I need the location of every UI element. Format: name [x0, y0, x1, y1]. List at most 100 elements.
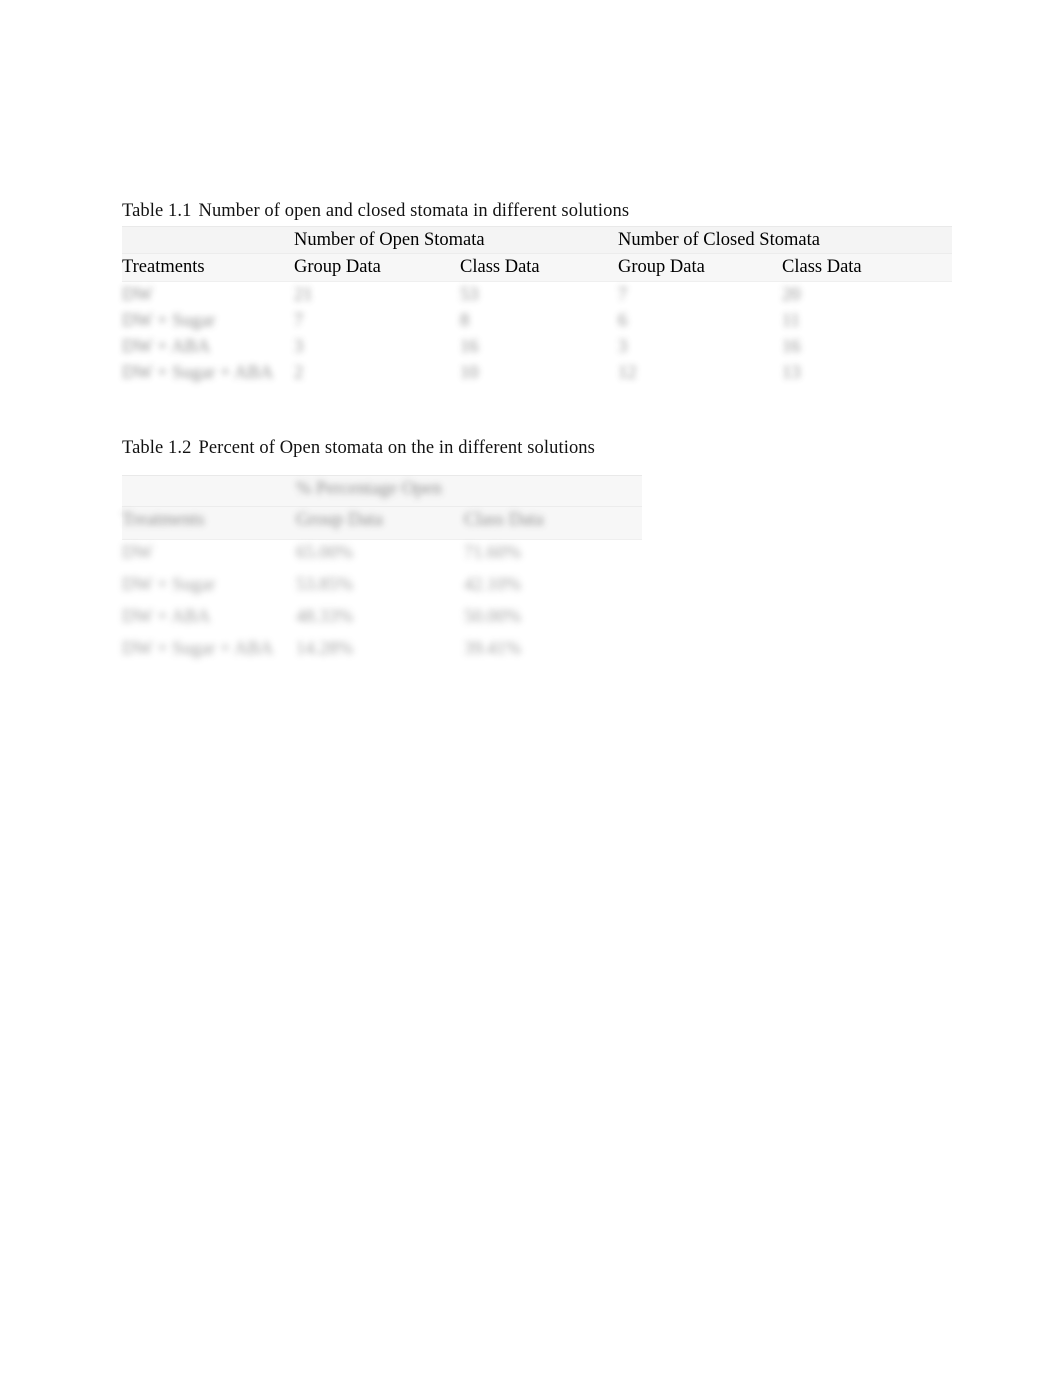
table-row: DW + Sugar + ABA 2 10 12 13 — [122, 360, 952, 386]
table-row: DW + ABA 48.33% 50.00% — [122, 604, 643, 636]
redacted-text: DW + Sugar — [122, 311, 216, 331]
redacted-text: DW + Sugar + ABA — [122, 363, 274, 383]
redacted-text: 3 — [618, 337, 628, 357]
table-1-col-header-treatments: Treatments — [122, 253, 294, 282]
table-2-cell-class-data: 50.00% — [464, 604, 643, 636]
table-2-column-header-row: Treatments Group Data Class Data — [122, 506, 643, 540]
table-2-block: Table 1.2 Percent of Open stomata on the … — [122, 437, 643, 668]
table-2-cell-group-data: 53.85% — [296, 572, 464, 604]
table-1-cell-closed-group: 12 — [618, 360, 782, 386]
table-1-cell-closed-class: 16 — [782, 334, 952, 360]
redacted-text: DW — [122, 285, 153, 305]
table-1-cell-closed-class: 13 — [782, 360, 952, 386]
table-1-group-header-row: Number of Open Stomata Number of Closed … — [122, 226, 952, 254]
table-2-col-header-treatments: Treatments — [122, 506, 296, 540]
table-1-cell-open-class: 53 — [460, 281, 618, 308]
table-1-cell-open-group: 21 — [294, 281, 460, 308]
redacted-text: 11 — [782, 311, 800, 331]
redacted-text: 42.10% — [464, 575, 522, 595]
table-1-group-header-empty — [122, 226, 294, 254]
table-1-cell-treatment: DW + Sugar — [122, 308, 294, 334]
table-1-col-header-closed-group: Group Data — [618, 253, 782, 282]
redacted-text: Group Data — [296, 510, 383, 530]
table-1-cell-closed-class: 11 — [782, 308, 952, 334]
table-2-cell-class-data: 39.41% — [464, 636, 643, 668]
redacted-text: 21 — [294, 285, 313, 305]
table-row: DW 65.00% 71.60% — [122, 539, 643, 572]
redacted-text: 7 — [294, 311, 304, 331]
table-1-caption-label: Table 1.1 — [122, 201, 192, 221]
table-1-caption-text: Number of open and closed stomata in dif… — [198, 201, 630, 221]
table-2-cell-treatment: DW + Sugar + ABA — [122, 636, 296, 668]
redacted-text: 53.85% — [296, 575, 354, 595]
table-1-col-header-open-class: Class Data — [460, 253, 618, 282]
table-1-cell-closed-group: 6 — [618, 308, 782, 334]
table-2-caption-label: Table 1.2 — [122, 438, 192, 458]
table-2-cell-class-data: 71.60% — [464, 539, 643, 572]
redacted-text: 7 — [618, 285, 628, 305]
table-row: DW + ABA 3 16 3 16 — [122, 334, 952, 360]
table-2-cell-group-data: 48.33% — [296, 604, 464, 636]
table-2-caption-text: Percent of Open stomata on the in differ… — [198, 438, 595, 458]
redacted-text: 53 — [460, 285, 479, 305]
table-2-group-header-empty — [122, 475, 296, 507]
table-2-col-header-group: Group Data — [296, 506, 464, 540]
table-1: Number of Open Stomata Number of Closed … — [122, 226, 952, 386]
table-1-cell-open-group: 7 — [294, 308, 460, 334]
table-2-caption: Table 1.2 Percent of Open stomata on the … — [122, 437, 642, 459]
table-1-cell-open-group: 2 — [294, 360, 460, 386]
redacted-text: DW — [122, 543, 153, 563]
table-1-caption: Table 1.1 Number of open and closed stoma… — [122, 200, 952, 222]
table-1-cell-open-class: 16 — [460, 334, 618, 360]
table-2-cell-treatment: DW + Sugar — [122, 572, 296, 604]
table-2-cell-group-data: 14.28% — [296, 636, 464, 668]
redacted-text: Treatments — [122, 510, 205, 530]
table-1-cell-closed-class: 20 — [782, 281, 952, 308]
redacted-text: 12 — [618, 363, 637, 383]
table-1-cell-closed-group: 7 — [618, 281, 782, 308]
redacted-text: 71.60% — [464, 543, 522, 563]
table-1-cell-treatment: DW + ABA — [122, 334, 294, 360]
redacted-text: % Percentage Open — [296, 479, 442, 499]
table-2-col-header-class: Class Data — [464, 506, 643, 540]
redacted-text: DW + Sugar + ABA — [122, 639, 274, 659]
table-1-cell-treatment: DW + Sugar + ABA — [122, 360, 294, 386]
redacted-text: 2 — [294, 363, 304, 383]
table-1-column-header-row: Treatments Group Data Class Data Group D… — [122, 253, 952, 282]
table-2-cell-treatment: DW + ABA — [122, 604, 296, 636]
redacted-text: 16 — [460, 337, 479, 357]
redacted-text: 39.41% — [464, 639, 522, 659]
table-1-cell-treatment: DW — [122, 281, 294, 308]
redacted-text: 8 — [460, 311, 470, 331]
table-2-group-header-row: % Percentage Open — [122, 475, 643, 507]
redacted-text: 13 — [782, 363, 801, 383]
table-2-cell-treatment: DW — [122, 539, 296, 572]
redacted-text: 50.00% — [464, 607, 522, 627]
redacted-text: Class Data — [464, 510, 544, 530]
table-1-block: Table 1.1 Number of open and closed stoma… — [122, 200, 952, 386]
table-1-col-header-closed-class: Class Data — [782, 253, 952, 282]
redacted-text: 65.00% — [296, 543, 354, 563]
table-1-cell-open-class: 10 — [460, 360, 618, 386]
table-2-cell-group-data: 65.00% — [296, 539, 464, 572]
document-page: Table 1.1 Number of open and closed stoma… — [0, 0, 1062, 1377]
redacted-text: DW + Sugar — [122, 575, 216, 595]
table-1-group-header-closed: Number of Closed Stomata — [618, 226, 952, 254]
table-1-cell-closed-group: 3 — [618, 334, 782, 360]
table-row: DW + Sugar + ABA 14.28% 39.41% — [122, 636, 643, 668]
redacted-text: 48.33% — [296, 607, 354, 627]
table-1-group-header-open: Number of Open Stomata — [294, 226, 618, 254]
redacted-text: DW + ABA — [122, 337, 211, 357]
redacted-text: 3 — [294, 337, 304, 357]
table-2: % Percentage Open Treatments Group Data … — [122, 475, 643, 668]
redacted-text: 16 — [782, 337, 801, 357]
redacted-text: 10 — [460, 363, 479, 383]
table-row: DW + Sugar 53.85% 42.10% — [122, 572, 643, 604]
table-row: DW 21 53 7 20 — [122, 281, 952, 308]
table-1-col-header-open-group: Group Data — [294, 253, 460, 282]
redacted-text: DW + ABA — [122, 607, 211, 627]
table-1-cell-open-group: 3 — [294, 334, 460, 360]
table-1-cell-open-class: 8 — [460, 308, 618, 334]
redacted-text: 6 — [618, 311, 628, 331]
table-2-cell-class-data: 42.10% — [464, 572, 643, 604]
